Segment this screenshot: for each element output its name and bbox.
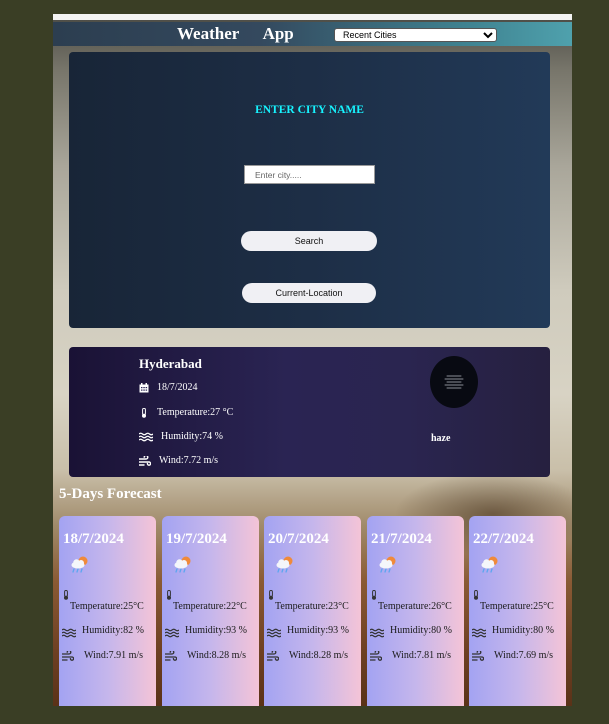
forecast-humidity: Humidity:93 %: [185, 625, 247, 636]
forecast-wind: Wind:7.81 m/s: [392, 650, 452, 661]
app-title: Weather App: [177, 24, 294, 43]
forecast-date: 21/7/2024: [371, 531, 432, 547]
rain-cloud-sun-icon: [377, 555, 399, 578]
humidity-waves-icon: [471, 625, 487, 643]
haze-icon: [430, 356, 478, 408]
thermometer-icon: [370, 587, 378, 605]
current-humidity: Humidity:74 %: [161, 431, 223, 442]
wind-icon: [138, 454, 152, 466]
temperature-row: Temperature:27 °C: [139, 407, 233, 418]
forecast-temperature: Temperature:22°C: [173, 601, 247, 612]
forecast-date: 19/7/2024: [166, 531, 227, 547]
wind-icon: [266, 649, 280, 667]
forecast-wind: Wind:8.28 m/s: [187, 650, 247, 661]
condition-label: haze: [431, 433, 451, 444]
thermometer-icon: [165, 587, 173, 605]
current-date: 18/7/2024: [157, 382, 198, 393]
forecast-humidity: Humidity:80 %: [492, 625, 554, 636]
forecast-card: 22/7/2024 Temperature:25°C Humidity:80 %…: [469, 516, 566, 706]
forecast-card: 21/7/2024 Temperature:26°C Humidity:80 %…: [367, 516, 464, 706]
wind-icon: [164, 649, 178, 667]
thermometer-icon: [62, 587, 70, 605]
calendar-icon: [139, 382, 149, 393]
wind-icon: [471, 649, 485, 667]
rain-cloud-sun-icon: [479, 555, 501, 578]
forecast-date: 18/7/2024: [63, 531, 124, 547]
enter-city-heading: ENTER CITY NAME: [255, 104, 364, 116]
humidity-row: Humidity:74 %: [138, 431, 223, 442]
search-panel: ENTER CITY NAME Search Current-Location: [69, 52, 550, 328]
forecast-wind: Wind:8.28 m/s: [289, 650, 349, 661]
app-frame: Weather App Recent Cities ENTER CITY NAM…: [53, 14, 572, 706]
recent-cities-select[interactable]: Recent Cities: [334, 28, 497, 42]
humidity-waves-icon: [138, 432, 154, 442]
rain-cloud-sun-icon: [172, 555, 194, 578]
wind-row: Wind:7.72 m/s: [138, 454, 219, 466]
forecast-temperature: Temperature:26°C: [378, 601, 452, 612]
forecast-temperature: Temperature:23°C: [275, 601, 349, 612]
forecast-wind: Wind:7.69 m/s: [494, 650, 554, 661]
forecast-card: 18/7/2024 Temperature:25°C Humidity:82 %…: [59, 516, 156, 706]
forecast-title: 5-Days Forecast: [59, 486, 162, 502]
forecast-card: 19/7/2024 Temperature:22°C Humidity:93 %…: [162, 516, 259, 706]
humidity-waves-icon: [369, 625, 385, 643]
forecast-temperature: Temperature:25°C: [70, 601, 144, 612]
wind-icon: [61, 649, 75, 667]
navbar: Weather App Recent Cities: [53, 22, 572, 46]
forecast-date: 20/7/2024: [268, 531, 329, 547]
forecast-humidity: Humidity:82 %: [82, 625, 144, 636]
date-row: 18/7/2024: [139, 382, 198, 393]
humidity-waves-icon: [61, 625, 77, 643]
thermometer-icon: [267, 587, 275, 605]
forecast-card: 20/7/2024 Temperature:23°C Humidity:93 %…: [264, 516, 361, 706]
humidity-waves-icon: [164, 625, 180, 643]
thermometer-icon: [472, 587, 480, 605]
search-button[interactable]: Search: [241, 231, 377, 251]
current-temperature: Temperature:27 °C: [157, 407, 234, 418]
humidity-waves-icon: [266, 625, 282, 643]
current-wind: Wind:7.72 m/s: [159, 455, 219, 466]
city-search-input[interactable]: [244, 165, 375, 184]
rain-cloud-sun-icon: [274, 555, 296, 578]
forecast-temperature: Temperature:25°C: [480, 601, 554, 612]
rain-cloud-sun-icon: [69, 555, 91, 578]
current-location-button[interactable]: Current-Location: [242, 283, 376, 303]
wind-icon: [369, 649, 383, 667]
thermometer-icon: [139, 407, 149, 418]
city-name: Hyderabad: [139, 356, 202, 371]
forecast-date: 22/7/2024: [473, 531, 534, 547]
forecast-humidity: Humidity:80 %: [390, 625, 452, 636]
current-weather-card: Hyderabad 18/7/2024 Temperature:27 °C Hu…: [69, 347, 550, 477]
forecast-wind: Wind:7.91 m/s: [84, 650, 144, 661]
forecast-humidity: Humidity:93 %: [287, 625, 349, 636]
